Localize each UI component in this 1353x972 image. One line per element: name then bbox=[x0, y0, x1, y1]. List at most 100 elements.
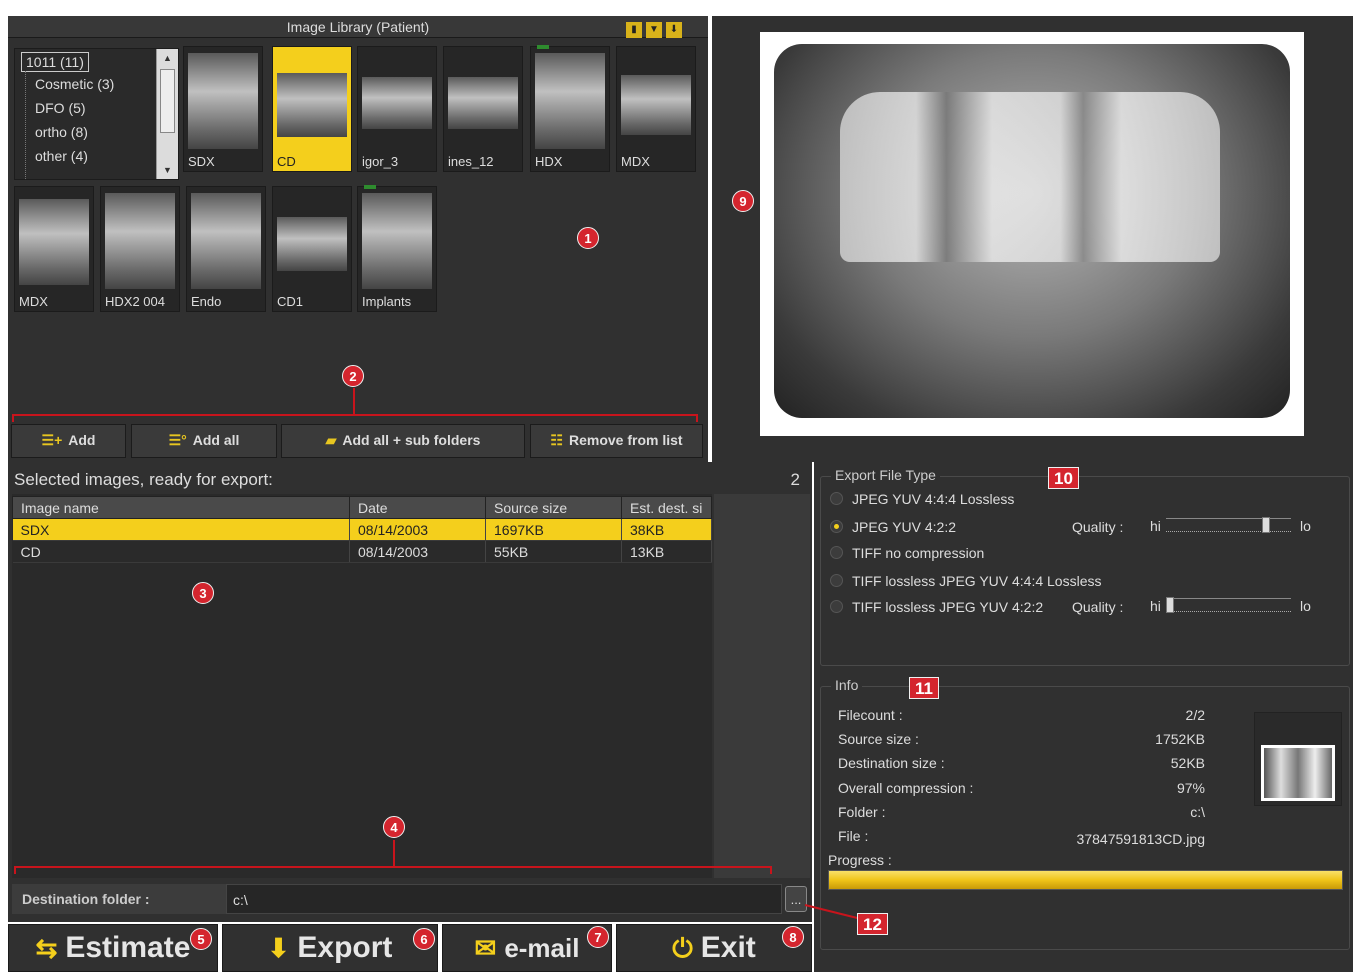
cell-est-dest-size: 13KB bbox=[621, 540, 712, 563]
envelope-icon: ✉ bbox=[474, 933, 497, 963]
marker-10: 10 bbox=[1048, 467, 1079, 489]
marker-9: 9 bbox=[732, 190, 754, 212]
xray-thumbnail-image bbox=[448, 77, 518, 129]
bracket-2 bbox=[12, 414, 698, 416]
xray-preview-image bbox=[760, 32, 1304, 436]
marker-4: 4 bbox=[383, 816, 405, 838]
marker-5: 5 bbox=[190, 928, 212, 950]
export-list-table[interactable]: Image name Date Source size Est. dest. s… bbox=[12, 496, 712, 563]
remove-from-list-button[interactable]: ☷ Remove from list bbox=[530, 424, 703, 458]
marker-6: 6 bbox=[413, 928, 435, 950]
thumbnail[interactable]: MDX bbox=[14, 186, 94, 312]
option-tiff-444[interactable]: TIFF lossless JPEG YUV 4:4:4 Lossless bbox=[852, 573, 1102, 589]
info-label-file: File : bbox=[838, 828, 869, 844]
scroll-thumb[interactable] bbox=[160, 69, 175, 133]
radio-tiff-none[interactable] bbox=[830, 546, 843, 559]
radio-tiff-422[interactable] bbox=[830, 600, 843, 613]
quality-knob-2[interactable] bbox=[1166, 597, 1174, 613]
preview-panel bbox=[712, 16, 1353, 462]
option-jpeg-422[interactable]: JPEG YUV 4:2:2 bbox=[852, 519, 956, 535]
destination-field[interactable]: c:\ bbox=[226, 884, 782, 914]
filter-icon[interactable]: ▼ bbox=[646, 22, 662, 38]
tree-item-root[interactable]: 1011 (11) bbox=[21, 52, 89, 72]
tree-item-other[interactable]: other (4) bbox=[15, 144, 178, 168]
radio-jpeg-444[interactable] bbox=[830, 492, 843, 505]
thumbnail[interactable]: igor_3 bbox=[357, 46, 437, 172]
thumbnail-label: HDX bbox=[535, 154, 563, 169]
add-button[interactable]: ☰+ Add bbox=[11, 424, 126, 458]
email-button[interactable]: ✉ e-mail bbox=[442, 924, 612, 972]
add-subfolders-button[interactable]: ▰ Add all + sub folders bbox=[281, 424, 525, 458]
thumbnail-label: ines_12 bbox=[448, 154, 494, 169]
quality-knob-1[interactable] bbox=[1262, 517, 1270, 533]
tree-scrollbar[interactable]: ▲ ▼ bbox=[156, 49, 178, 179]
info-label-compression: Overall compression : bbox=[838, 780, 974, 796]
trash-icon[interactable]: ▮ bbox=[626, 22, 642, 38]
thumbnail[interactable]: MDX bbox=[616, 46, 696, 172]
add-button-label: Add bbox=[68, 432, 96, 448]
thumbnail[interactable]: ines_12 bbox=[443, 46, 523, 172]
table-row[interactable]: SDX 08/14/2003 1697KB 38KB bbox=[12, 518, 712, 541]
bracket-2-left bbox=[12, 414, 14, 422]
quality-lo-label-2: lo bbox=[1300, 598, 1311, 614]
tree-item-cosmetic[interactable]: Cosmetic (3) bbox=[15, 72, 178, 96]
power-icon: ⏻ bbox=[672, 933, 693, 963]
thumbnail[interactable]: SDX bbox=[183, 46, 263, 172]
scroll-up-icon[interactable]: ▲ bbox=[157, 49, 178, 67]
col-est-dest-size[interactable]: Est. dest. si bbox=[621, 496, 712, 519]
thumbnail-selected[interactable]: CD bbox=[272, 46, 352, 172]
scroll-down-icon[interactable]: ▼ bbox=[157, 161, 178, 179]
quality-hi-label-2: hi bbox=[1150, 598, 1161, 614]
marker-8: 8 bbox=[782, 926, 804, 948]
thumbnail[interactable]: Endo bbox=[186, 186, 266, 312]
download-icon[interactable]: ⬇ bbox=[666, 22, 682, 38]
thumbnail[interactable]: CD1 bbox=[272, 186, 352, 312]
estimate-button[interactable]: ⇆ Estimate bbox=[8, 924, 218, 972]
table-row[interactable]: CD 08/14/2003 55KB 13KB bbox=[12, 540, 712, 563]
quality-slider-2[interactable] bbox=[1166, 597, 1291, 613]
info-value-folder: c:\ bbox=[1190, 804, 1205, 820]
cell-date: 08/14/2003 bbox=[349, 540, 486, 563]
info-value-source-size: 1752KB bbox=[1155, 731, 1205, 747]
cell-source-size: 55KB bbox=[485, 540, 622, 563]
radio-tiff-444[interactable] bbox=[830, 574, 843, 587]
col-image-name[interactable]: Image name bbox=[12, 496, 350, 519]
quality-hi-label: hi bbox=[1150, 518, 1161, 534]
selected-images-panel: Selected images, ready for export: 2 Ima… bbox=[8, 462, 812, 922]
tree-item-ortho[interactable]: ortho (8) bbox=[15, 120, 178, 144]
tree-item-dfo[interactable]: DFO (5) bbox=[15, 96, 178, 120]
xray-thumbnail-image bbox=[105, 193, 175, 289]
library-title: Image Library (Patient) bbox=[8, 16, 708, 38]
image-library-panel: Image Library (Patient) ▮ ▼ ⬇ 1011 (11) Co… bbox=[8, 16, 708, 462]
thumbnail[interactable]: HDX bbox=[530, 45, 610, 172]
add-all-button[interactable]: ☰° Add all bbox=[131, 424, 277, 458]
thumbnail-label: MDX bbox=[621, 154, 650, 169]
cell-date: 08/14/2003 bbox=[349, 518, 486, 541]
file-preview-thumbnail bbox=[1254, 712, 1342, 806]
xray-thumbnail-image bbox=[188, 53, 258, 149]
remove-icon: ☷ bbox=[550, 432, 563, 448]
new-indicator bbox=[364, 185, 376, 189]
export-type-panel: Export File Type JPEG YUV 4:4:4 Lossless… bbox=[814, 462, 1353, 672]
folder-tree[interactable]: 1011 (11) Cosmetic (3) DFO (5) ortho (8)… bbox=[14, 48, 179, 180]
add-subfolders-button-label: Add all + sub folders bbox=[342, 432, 481, 448]
browse-button[interactable]: ... bbox=[785, 886, 807, 912]
info-label-source-size: Source size : bbox=[838, 731, 919, 747]
marker-2: 2 bbox=[342, 365, 364, 387]
thumbnail-label: Implants bbox=[362, 294, 412, 309]
option-tiff-none[interactable]: TIFF no compression bbox=[852, 545, 984, 561]
xray-thumbnail-image bbox=[362, 77, 432, 129]
bracket-2-right bbox=[696, 414, 698, 422]
info-value-file: 37847591813CD.jpg bbox=[1076, 831, 1205, 847]
col-source-size[interactable]: Source size bbox=[485, 496, 622, 519]
thumbnail-label: SDX bbox=[188, 154, 215, 169]
thumbnail-label: HDX2 004 bbox=[105, 294, 165, 309]
col-date[interactable]: Date bbox=[349, 496, 486, 519]
option-jpeg-444[interactable]: JPEG YUV 4:4:4 Lossless bbox=[852, 491, 1014, 507]
radio-jpeg-422[interactable] bbox=[830, 520, 843, 533]
option-tiff-422[interactable]: TIFF lossless JPEG YUV 4:2:2 bbox=[852, 599, 1043, 615]
thumbnail[interactable]: Implants bbox=[357, 185, 437, 312]
export-button[interactable]: ⬇ Export bbox=[222, 924, 438, 972]
thumbnail[interactable]: HDX2 004 bbox=[100, 186, 180, 312]
quality-slider-1[interactable] bbox=[1166, 517, 1291, 533]
